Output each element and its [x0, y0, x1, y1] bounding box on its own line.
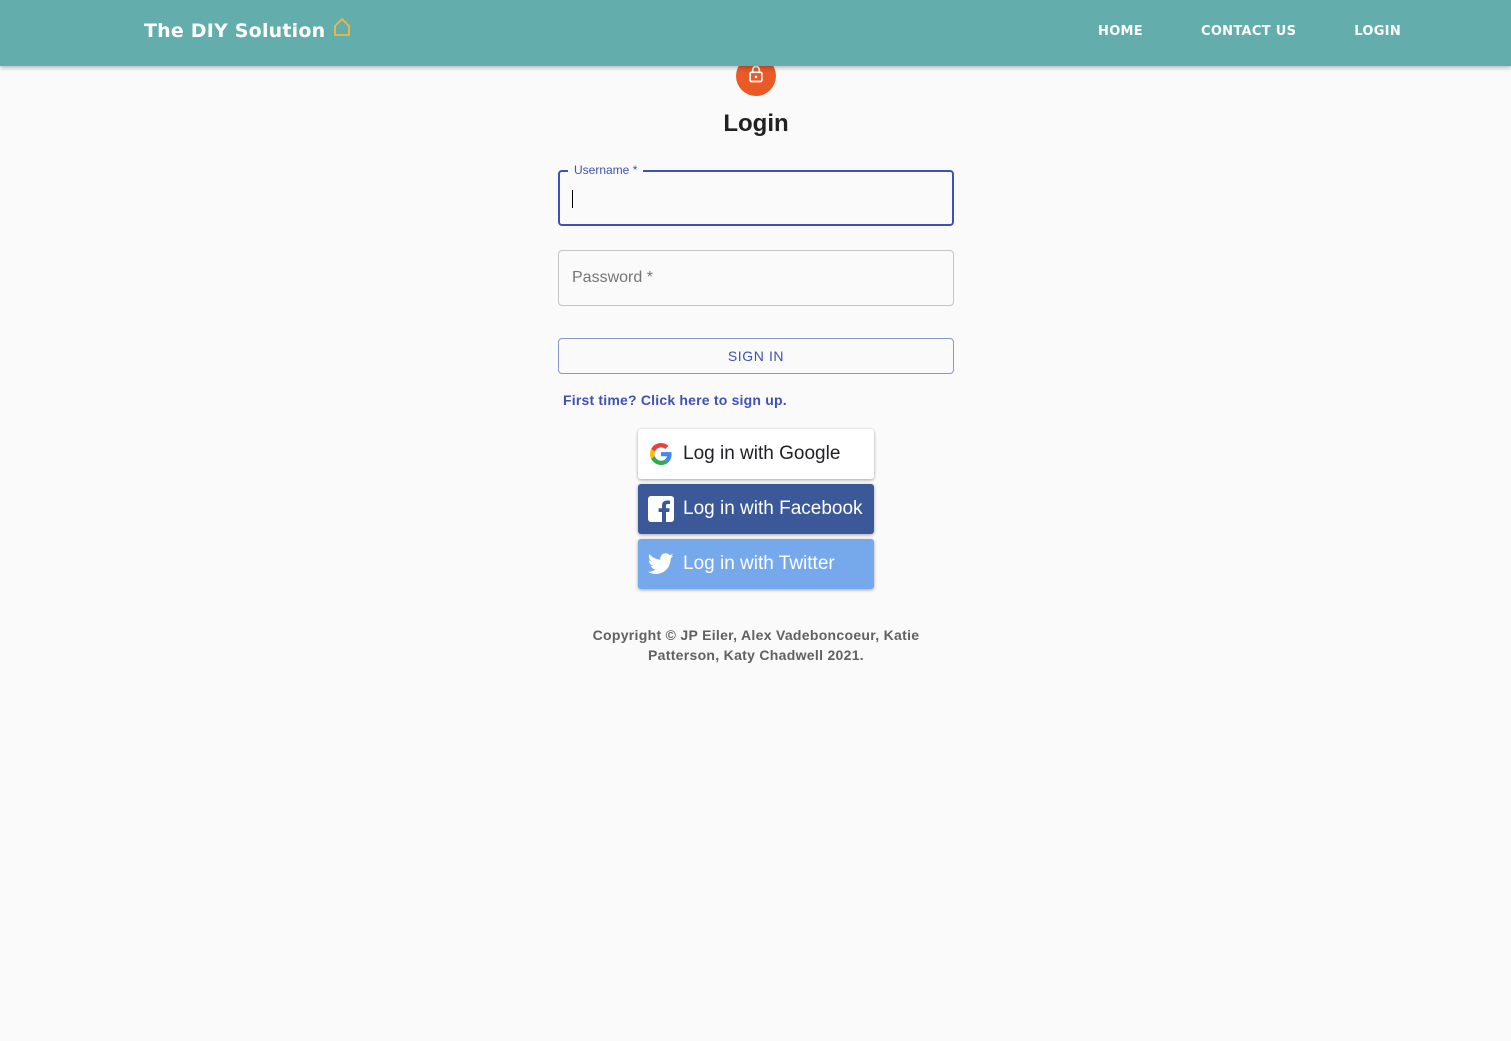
- google-icon: [648, 441, 674, 467]
- twitter-login-label: Log in with Twitter: [683, 553, 835, 574]
- google-login-button[interactable]: Log in with Google: [638, 429, 874, 479]
- facebook-login-label: Log in with Facebook: [683, 498, 863, 519]
- brand-name: The DIY Solution: [144, 20, 326, 42]
- lock-icon: [746, 64, 766, 89]
- nav-login-link[interactable]: Login: [1354, 24, 1401, 39]
- page-title: Login: [723, 110, 789, 137]
- twitter-icon: [648, 551, 674, 577]
- sign-in-button[interactable]: Sign in: [558, 338, 954, 374]
- nav-links: Home Contact us Login: [1040, 24, 1401, 39]
- password-field[interactable]: Password *: [558, 250, 954, 306]
- username-field[interactable]: Username *: [558, 163, 954, 226]
- navbar: The DIY Solution Home Contact us Login: [0, 0, 1511, 66]
- facebook-icon: [648, 496, 674, 522]
- sign-up-link[interactable]: First time? Click here to sign up.: [563, 392, 787, 408]
- text-cursor: [572, 190, 573, 208]
- password-label: Password *: [572, 269, 653, 286]
- twitter-login-button[interactable]: Log in with Twitter: [638, 539, 874, 589]
- nav-home-link[interactable]: Home: [1098, 24, 1143, 39]
- home-icon: [333, 17, 351, 37]
- copyright-footer: Copyright © JP Eiler, Alex Vadeboncoeur,…: [592, 627, 920, 663]
- google-login-label: Log in with Google: [683, 443, 841, 464]
- username-label: Username *: [568, 163, 644, 177]
- nav-contact-link[interactable]: Contact us: [1201, 24, 1296, 39]
- facebook-login-button[interactable]: Log in with Facebook: [638, 484, 874, 534]
- brand-link[interactable]: The DIY Solution: [144, 17, 351, 42]
